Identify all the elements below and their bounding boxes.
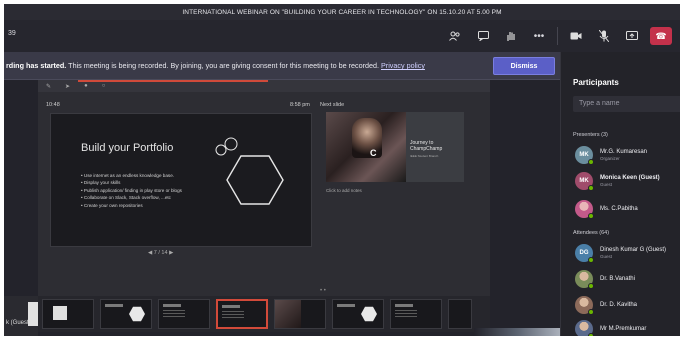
slide-thumbnails — [38, 296, 490, 332]
pointer-icon[interactable]: ➤ — [65, 83, 70, 90]
participants-title: Participants — [573, 78, 619, 87]
share-icon[interactable] — [622, 26, 642, 46]
slide-thumbnail[interactable] — [274, 299, 326, 329]
elapsed-time: 10:48 — [46, 102, 60, 108]
guest-name-label: k (Guest) — [6, 320, 31, 326]
participant-search-input[interactable]: Type a name — [573, 96, 680, 112]
next-slide-photo: C — [326, 112, 406, 182]
avatar — [575, 296, 594, 315]
teams-window: INTERNATIONAL WEBINAR ON "BUILDING YOUR … — [4, 4, 680, 336]
dismiss-button[interactable]: Dismiss — [493, 57, 555, 75]
next-slide-title: Journey to ChampChamp — [410, 140, 443, 152]
participant-row[interactable]: Mr M.Premkumar — [575, 320, 646, 336]
avatar — [575, 320, 594, 336]
prev-slide-icon[interactable]: ◀ — [148, 250, 152, 256]
participant-row[interactable]: Ms. C.Pabitha — [575, 200, 638, 219]
shirt-logo: C — [370, 148, 377, 158]
avatar: MK — [575, 172, 594, 191]
clock-time: 8:58 pm — [290, 102, 310, 108]
recording-banner: rding has started. This meeting is being… — [4, 52, 564, 80]
slide-title: Build your Portfolio — [81, 142, 174, 154]
speaker-silhouette — [352, 118, 382, 158]
slide-thumbnail[interactable] — [158, 299, 210, 329]
slide-thumbnail[interactable] — [448, 299, 472, 329]
recording-consent-text: This meeting is being recorded. By joini… — [66, 61, 380, 70]
current-slide: Build your Portfolio Use internet as an … — [50, 113, 312, 247]
raise-hand-icon[interactable] — [501, 26, 521, 46]
avatar: DG — [575, 244, 594, 263]
participant-role: Guest — [600, 254, 613, 259]
recording-started-text: rding has started. — [6, 61, 67, 70]
privacy-policy-link[interactable]: Privacy policy — [381, 61, 425, 70]
view-pager-dots: • • — [320, 288, 326, 294]
slide-bullet: Create your own repositories — [81, 202, 182, 209]
next-slide-preview: C Journey to ChampChamp IEEE Student Bra… — [326, 112, 464, 182]
mic-icon[interactable] — [594, 26, 614, 46]
participant-row[interactable]: MK Mr.G. Kumaresan Organizer — [575, 146, 648, 165]
participant-name: Dr. D. Kavitha — [600, 302, 638, 308]
shared-screen: ✎ ➤ ● ○ 10:48 8:58 pm Next slide Build y… — [4, 80, 560, 336]
slide-counter-text: 7 / 14 — [153, 250, 168, 256]
chat-icon[interactable] — [473, 26, 493, 46]
avatar: MK — [575, 146, 594, 165]
next-slide-subtitle: IEEE Student Branch — [410, 154, 439, 158]
presenter-accent-bar — [78, 80, 268, 82]
camera-icon[interactable] — [566, 26, 586, 46]
presenter-tools: ✎ ➤ ● ○ — [46, 83, 105, 90]
slide-thumbnail[interactable] — [42, 299, 94, 329]
speaker-notes[interactable]: Click to add notes — [326, 188, 362, 193]
slide-bullet: Display your skills — [81, 179, 182, 186]
recording-notice: rding has started. This meeting is being… — [6, 61, 425, 70]
participant-name: Ms. C.Pabitha — [600, 206, 638, 212]
slide-thumbnail-selected[interactable] — [216, 299, 268, 329]
participant-row[interactable]: DG Dinesh Kumar G (Guest) Guest — [575, 244, 667, 263]
participant-row[interactable]: Dr. D. Kavitha — [575, 296, 638, 315]
slide-bullet: Publish application/ finding in play sto… — [81, 187, 182, 194]
zoom-icon[interactable]: ○ — [102, 83, 106, 90]
hangup-icon: ☎ — [655, 30, 667, 41]
slide-thumbnail[interactable] — [332, 299, 384, 329]
participant-video-edge — [474, 328, 560, 336]
avatar — [575, 200, 594, 219]
next-slide-icon[interactable]: ▶ — [169, 250, 173, 256]
participant-role: Guest — [600, 182, 613, 187]
participant-name: Mr.G. Kumaresan — [600, 149, 648, 155]
pen-icon[interactable]: ✎ — [46, 83, 51, 90]
laser-icon[interactable]: ● — [84, 83, 88, 90]
presenters-section-label[interactable]: Presenters (3) — [573, 132, 608, 138]
slide-bullet: Collaborate on Slack, Stack overflow, ..… — [81, 194, 182, 201]
next-slide-label: Next slide — [320, 102, 345, 108]
slide-bullets: Use internet as an endless knowledge bas… — [81, 172, 182, 209]
attendees-section-label[interactable]: Attendees (64) — [573, 230, 609, 236]
slide-bullet: Use internet as an endless knowledge bas… — [81, 172, 182, 179]
participant-name: Mr M.Premkumar — [600, 326, 647, 332]
avatar — [575, 270, 594, 289]
people-icon[interactable] — [445, 26, 465, 46]
more-icon[interactable]: ••• — [529, 26, 549, 46]
participant-row[interactable]: Dr. B.Vanathi — [575, 270, 635, 289]
slide-thumbnail[interactable] — [100, 299, 152, 329]
window-title: INTERNATIONAL WEBINAR ON "BUILDING YOUR … — [4, 4, 680, 20]
meeting-toolbar: 39 ••• ☎ — [4, 20, 680, 52]
participant-name: Dr. B.Vanathi — [600, 276, 635, 282]
toolbar-divider — [557, 27, 558, 45]
participant-row[interactable]: MK Monica Keen (Guest) Guest — [575, 172, 660, 191]
slide-counter: ◀ 7 / 14 ▶ — [148, 250, 173, 256]
slide-thumbnail[interactable] — [390, 299, 442, 329]
participant-name: Dinesh Kumar G (Guest) — [600, 247, 667, 253]
hexagon-graphic — [215, 137, 284, 205]
participant-role: Organizer — [600, 156, 620, 161]
hangup-button[interactable]: ☎ — [650, 27, 672, 45]
participant-name: Monica Keen (Guest) — [600, 175, 660, 181]
presenter-view: ✎ ➤ ● ○ 10:48 8:58 pm Next slide Build y… — [38, 80, 490, 298]
participants-panel: Participants Type a name Presenters (3) … — [560, 52, 680, 336]
meeting-duration: 39 — [8, 30, 16, 37]
